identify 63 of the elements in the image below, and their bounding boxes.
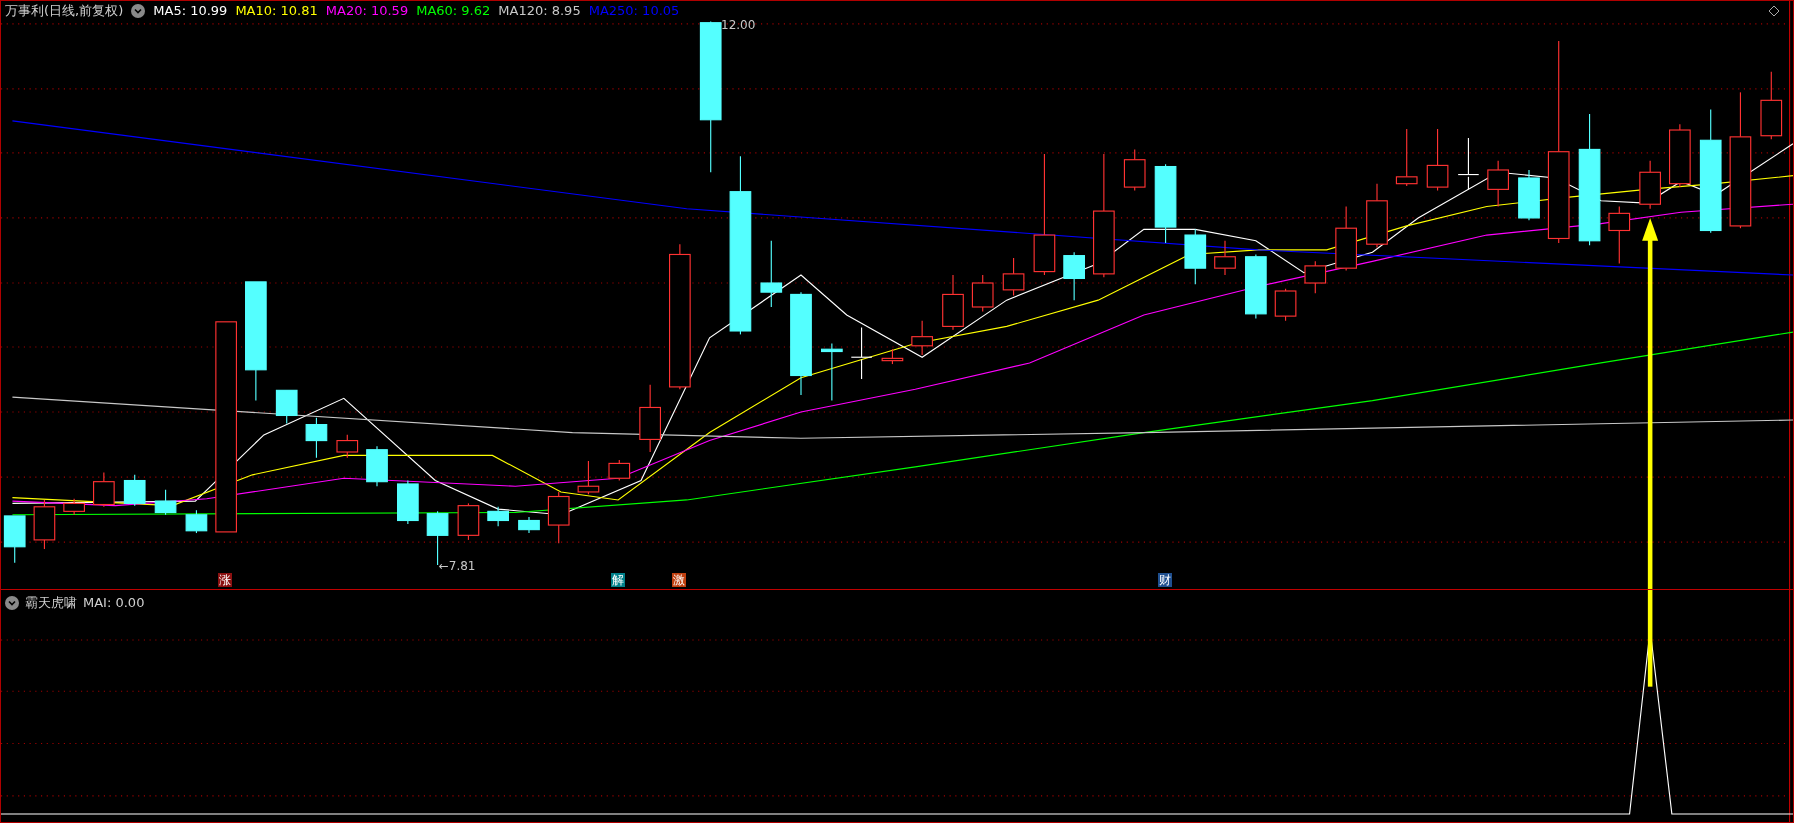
candlestick bbox=[1214, 240, 1236, 276]
candlestick bbox=[1669, 123, 1691, 188]
candlestick bbox=[397, 479, 419, 525]
event-marker[interactable]: 涨 bbox=[218, 573, 233, 587]
candlestick bbox=[63, 498, 85, 516]
candlestick bbox=[154, 489, 177, 516]
candlestick bbox=[487, 506, 509, 527]
candlestick bbox=[971, 274, 994, 313]
candlestick bbox=[518, 516, 540, 534]
candlestick bbox=[547, 491, 570, 544]
candlestick bbox=[33, 499, 56, 550]
candlestick bbox=[1639, 160, 1661, 210]
diamond-icon[interactable] bbox=[1769, 6, 1779, 16]
candlestick bbox=[1518, 169, 1540, 221]
indicator-value: MA5: 10.99 bbox=[153, 2, 228, 21]
indicator-value: MA250: 10.05 bbox=[588, 2, 680, 21]
candlestick bbox=[850, 326, 873, 380]
candlestick bbox=[305, 417, 328, 459]
candlestick bbox=[457, 502, 480, 541]
event-marker[interactable]: 财 bbox=[1157, 573, 1172, 587]
candlestick bbox=[1366, 183, 1388, 249]
candlestick bbox=[3, 515, 26, 564]
candlestick bbox=[1245, 253, 1267, 319]
candlestick bbox=[881, 348, 904, 365]
candlestick bbox=[1395, 128, 1418, 187]
event-marker[interactable]: 激 bbox=[671, 573, 686, 587]
candlestick bbox=[1304, 260, 1327, 294]
chart-title: 万事利(日线,前复权) bbox=[5, 2, 124, 21]
candlestick bbox=[608, 459, 631, 482]
indicator-value: MA10: 10.81 bbox=[235, 2, 318, 21]
candlestick bbox=[1063, 251, 1085, 301]
candlestick bbox=[1608, 205, 1631, 265]
indicator-value: MA20: 10.59 bbox=[325, 2, 409, 21]
indicator-title: 霸天虎啸 bbox=[25, 594, 77, 612]
candlestick bbox=[1487, 160, 1509, 208]
candlestick bbox=[911, 320, 933, 356]
collapse-icon[interactable] bbox=[131, 4, 146, 18]
price-label: ←7.81 bbox=[438, 560, 476, 573]
event-marker[interactable]: 解 bbox=[611, 573, 626, 587]
candlestick bbox=[275, 389, 298, 424]
candlestick bbox=[1426, 128, 1449, 192]
candlestick bbox=[821, 342, 843, 402]
candlestick bbox=[1457, 137, 1480, 190]
price-label: 12.00 bbox=[721, 19, 756, 32]
candlestick bbox=[185, 509, 208, 534]
candlestick bbox=[1002, 257, 1025, 297]
candlestick bbox=[1274, 288, 1297, 322]
candlestick bbox=[93, 471, 115, 508]
candlestick bbox=[760, 240, 783, 308]
candlestick bbox=[366, 445, 388, 487]
candlestick bbox=[942, 274, 964, 331]
candlestick bbox=[1123, 148, 1146, 192]
candlestick bbox=[1760, 71, 1783, 140]
candlestick bbox=[336, 434, 359, 459]
candlestick bbox=[1335, 205, 1357, 271]
candlestick bbox=[577, 460, 600, 495]
indicator-reading: MAI: 0.00 bbox=[83, 594, 145, 612]
candlestick bbox=[123, 474, 146, 507]
candlestick bbox=[639, 384, 661, 453]
collapse-icon[interactable] bbox=[5, 595, 19, 610]
candlestick bbox=[1184, 228, 1207, 285]
indicator-value: MA60: 9.62 bbox=[416, 2, 491, 21]
indicator-value: MA120: 8.95 bbox=[498, 2, 581, 21]
